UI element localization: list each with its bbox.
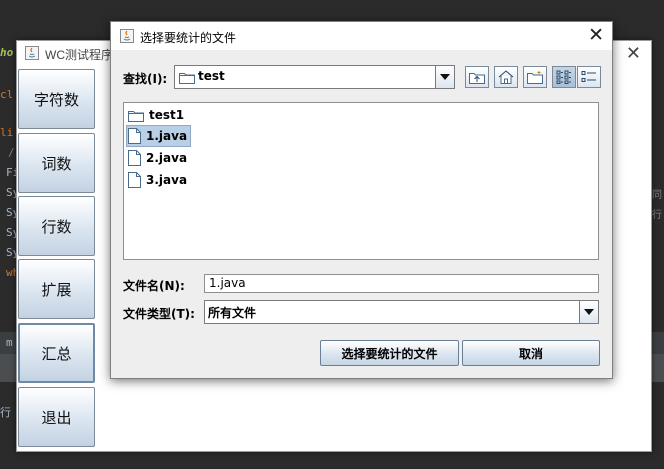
- sidebar: 字符数 词数 行数 扩展 汇总 退出: [17, 67, 97, 450]
- ide-code-line: li: [0, 126, 14, 139]
- chevron-down-icon[interactable]: [435, 66, 454, 88]
- dialog-title: 选择要统计的文件: [140, 31, 237, 45]
- button-label: 扩展: [41, 280, 72, 299]
- file-name: 1.java: [146, 129, 188, 143]
- list-item[interactable]: 2.java: [127, 148, 190, 168]
- exit-button[interactable]: 退出: [18, 387, 95, 447]
- details-view-icon: [581, 71, 596, 82]
- home-icon: [498, 70, 514, 84]
- ide-panel-text: m: [6, 336, 13, 349]
- ide-panel-text: 行: [0, 406, 11, 419]
- up-folder-button[interactable]: [465, 66, 489, 88]
- summary-button[interactable]: 汇总: [18, 323, 95, 383]
- list-item[interactable]: 3.java: [127, 170, 190, 190]
- file-name-label: 文件名(N):: [123, 279, 185, 293]
- folder-icon: [128, 110, 144, 122]
- ide-code-snippet: ho: [0, 46, 14, 59]
- file-icon: [128, 172, 141, 188]
- button-label: 选择要统计的文件: [341, 346, 438, 361]
- cancel-button[interactable]: 取消: [462, 340, 600, 366]
- main-window-title: WC测试程序: [45, 48, 113, 62]
- close-icon[interactable]: ✕: [588, 24, 604, 46]
- button-label: 汇总: [41, 344, 72, 363]
- button-label: 字符数: [33, 90, 79, 109]
- file-name: 2.java: [146, 151, 188, 165]
- file-icon: [128, 128, 141, 144]
- new-folder-button[interactable]: [523, 66, 547, 88]
- ide-side-text: 行: [652, 210, 662, 221]
- approve-button[interactable]: 选择要统计的文件: [320, 340, 459, 366]
- folder-icon: [179, 73, 195, 84]
- file-name: test1: [149, 108, 185, 122]
- home-button[interactable]: [494, 66, 518, 88]
- file-icon: [128, 150, 141, 166]
- button-label: 退出: [41, 408, 72, 427]
- file-type-combo[interactable]: 所有文件: [204, 300, 599, 324]
- java-app-icon: [120, 29, 134, 43]
- list-item[interactable]: 1.java: [125, 125, 192, 147]
- chevron-down-icon[interactable]: [579, 301, 598, 323]
- file-chooser-dialog: 选择要统计的文件 ✕ 查找(I): test test1 1.java 2.ja…: [110, 21, 613, 379]
- dialog-titlebar[interactable]: 选择要统计的文件 ✕: [111, 22, 612, 50]
- up-folder-icon: [469, 73, 485, 84]
- close-icon[interactable]: ✕: [626, 43, 641, 64]
- java-app-icon: [25, 46, 39, 60]
- file-name-field[interactable]: 1.java: [204, 274, 599, 293]
- look-in-combo[interactable]: test: [174, 65, 455, 89]
- file-type-value: 所有文件: [208, 306, 257, 320]
- line-count-button[interactable]: 行数: [18, 196, 95, 256]
- look-in-value: test: [198, 69, 225, 83]
- list-view-button[interactable]: [552, 66, 576, 88]
- button-label: 行数: [41, 217, 72, 236]
- list-view-icon: [556, 70, 571, 84]
- ide-code-line: /: [8, 146, 15, 159]
- extend-button[interactable]: 扩展: [18, 259, 95, 319]
- ide-side-text: 同: [652, 190, 662, 201]
- look-in-label: 查找(I):: [123, 72, 168, 86]
- button-label: 词数: [41, 154, 72, 173]
- file-name: 3.java: [146, 173, 188, 187]
- ide-code-line: cl: [0, 88, 14, 101]
- word-count-button[interactable]: 词数: [18, 133, 95, 193]
- list-item[interactable]: test1: [127, 105, 187, 125]
- details-view-button[interactable]: [577, 66, 601, 88]
- file-list[interactable]: test1 1.java 2.java 3.java: [123, 102, 599, 260]
- button-label: 取消: [518, 346, 543, 361]
- new-folder-icon: [527, 71, 543, 84]
- char-count-button[interactable]: 字符数: [18, 69, 95, 129]
- file-type-label: 文件类型(T):: [123, 307, 195, 321]
